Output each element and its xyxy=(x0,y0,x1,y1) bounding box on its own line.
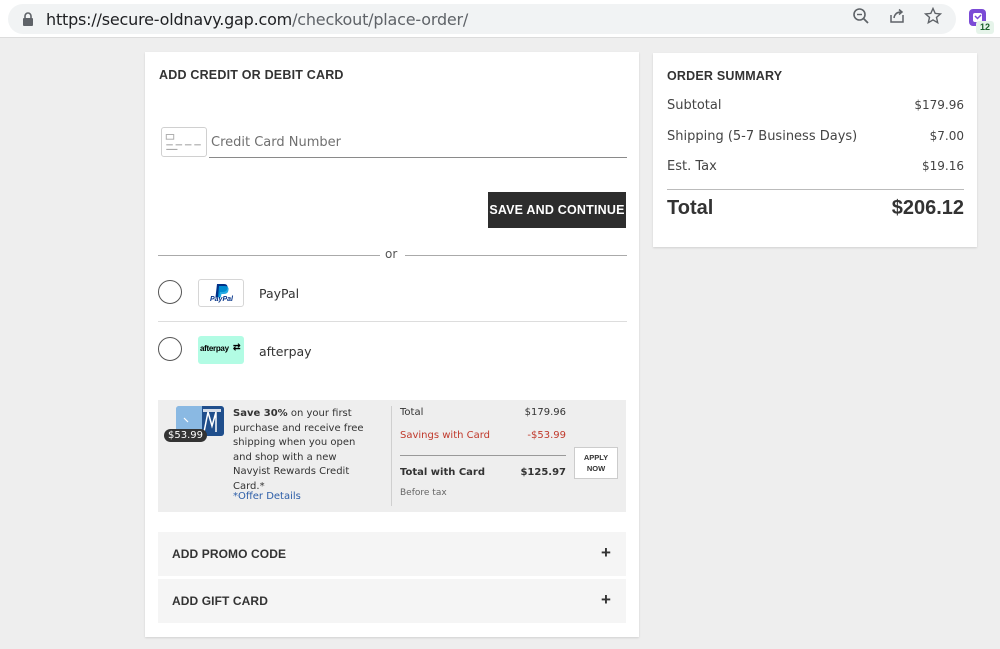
address-bar[interactable]: https://secure-oldnavy.gap.com/checkout/… xyxy=(8,4,956,34)
extension-badge: 12 xyxy=(976,21,994,34)
paypal-radio[interactable] xyxy=(158,280,182,304)
or-divider-right xyxy=(405,255,627,256)
order-summary-panel: ORDER SUMMARY Subtotal $179.96 Shipping … xyxy=(653,53,977,247)
afterpay-arrows-icon: ⇄ xyxy=(233,342,241,352)
paypal-label: PayPal xyxy=(259,286,300,301)
afterpay-option[interactable]: afterpay ⇄ afterpay xyxy=(158,336,627,366)
expand-plus-icon[interactable]: + xyxy=(601,543,611,563)
apply-now-line1: APPLY xyxy=(583,453,609,462)
savings-label: Savings with Card xyxy=(400,430,491,441)
subtotal-value: $179.96 xyxy=(914,98,964,112)
promo-code-label: ADD PROMO CODE xyxy=(172,547,287,561)
payment-option-divider xyxy=(158,321,627,322)
total-with-card-value: $125.97 xyxy=(520,467,566,478)
url-path: /checkout/place-order/ xyxy=(292,10,469,29)
total-with-card-label: Total with Card xyxy=(400,467,486,478)
url-text[interactable]: https://secure-oldnavy.gap.com/checkout/… xyxy=(46,10,468,29)
afterpay-label: afterpay xyxy=(259,344,312,359)
order-total-value: $206.12 xyxy=(891,197,964,219)
rewards-card-offer: $53.99 Save 30% on your first purchase a… xyxy=(158,400,626,512)
payment-title: ADD CREDIT OR DEBIT CARD xyxy=(159,68,344,82)
shipping-value: $7.00 xyxy=(929,129,964,143)
save-and-continue-button[interactable]: SAVE AND CONTINUE xyxy=(488,192,626,228)
rewards-total-label: Total xyxy=(400,407,424,418)
before-tax-text: Before tax xyxy=(400,488,447,498)
rewards-total-value: $179.96 xyxy=(524,407,566,418)
credit-card-icon xyxy=(161,127,207,157)
card-price-badge: $53.99 xyxy=(164,429,207,442)
rewards-body: on your first purchase and receive free … xyxy=(233,408,364,492)
order-summary-title: ORDER SUMMARY xyxy=(667,69,783,83)
bookmark-star-icon[interactable] xyxy=(924,7,942,25)
savings-value: -$53.99 xyxy=(527,430,566,441)
credit-card-field xyxy=(161,127,627,159)
gift-card-label: ADD GIFT CARD xyxy=(172,594,268,608)
paypal-option[interactable]: PayPal PayPal xyxy=(158,278,627,308)
gift-card-accordion[interactable]: ADD GIFT CARD + xyxy=(158,579,626,623)
url-host: https://secure-oldnavy.gap.com xyxy=(46,10,293,29)
share-icon[interactable] xyxy=(888,7,906,25)
zoom-icon[interactable] xyxy=(852,7,870,25)
afterpay-logo-text: afterpay xyxy=(200,344,229,353)
paypal-logo: PayPal xyxy=(198,279,244,307)
lock-icon[interactable] xyxy=(22,12,34,26)
order-total-label: Total xyxy=(667,197,714,219)
browser-toolbar: https://secure-oldnavy.gap.com/checkout/… xyxy=(0,0,1000,38)
tax-value: $19.16 xyxy=(922,159,964,173)
tax-label: Est. Tax xyxy=(667,159,717,174)
apply-now-button[interactable]: APPLY NOW xyxy=(574,447,618,479)
summary-divider xyxy=(667,189,964,190)
promo-code-accordion[interactable]: ADD PROMO CODE + xyxy=(158,532,626,576)
or-text: or xyxy=(385,247,398,261)
shipping-label: Shipping (5-7 Business Days) xyxy=(667,129,858,144)
credit-card-input[interactable] xyxy=(209,127,627,158)
rewards-horizontal-divider xyxy=(400,455,566,456)
or-divider-left xyxy=(158,255,380,256)
rewards-vertical-divider xyxy=(391,406,392,506)
afterpay-radio[interactable] xyxy=(158,337,182,361)
subtotal-label: Subtotal xyxy=(667,98,722,113)
payment-panel: ADD CREDIT OR DEBIT CARD SAVE AND CONTIN… xyxy=(145,52,639,637)
rewards-description: Save 30% on your first purchase and rece… xyxy=(233,407,375,494)
rewards-highlight: Save 30% xyxy=(233,408,288,419)
offer-details-link[interactable]: *Offer Details xyxy=(233,491,301,502)
apply-now-line2: NOW xyxy=(586,464,606,473)
expand-plus-icon[interactable]: + xyxy=(601,590,611,610)
paypal-logo-text: PayPal xyxy=(210,296,233,303)
afterpay-logo: afterpay ⇄ xyxy=(198,336,244,364)
